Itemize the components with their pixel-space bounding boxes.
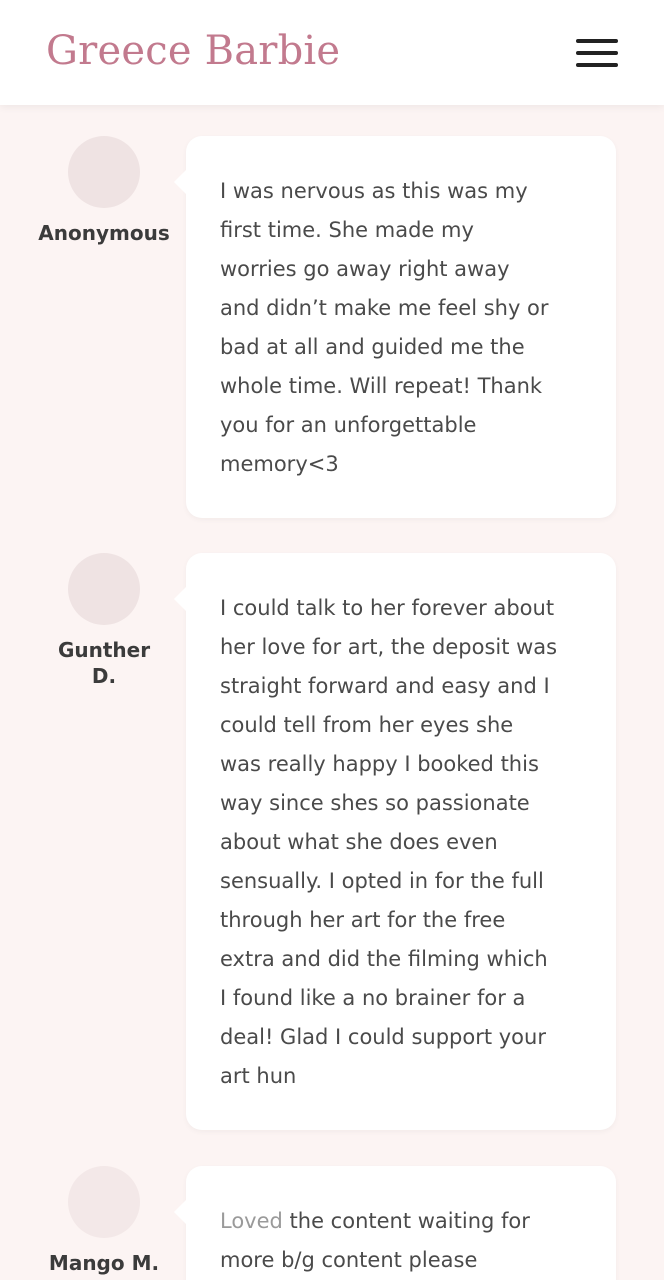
- avatar: [68, 136, 140, 208]
- review-item: Gunther D. I could talk to her forever a…: [0, 553, 664, 1130]
- menu-line: [576, 39, 618, 43]
- review-item: Anonymous I was nervous as this was my f…: [0, 136, 664, 518]
- avatar: [68, 1166, 140, 1238]
- menu-line: [576, 63, 618, 67]
- review-text: Loved the content waiting for more b/g c…: [220, 1202, 600, 1280]
- review-text: I was nervous as this was my first time.…: [220, 179, 549, 476]
- review-text: I could talk to her forever about her lo…: [220, 596, 558, 1088]
- reviewer-name: Anonymous: [38, 221, 170, 245]
- menu-line: [576, 51, 618, 55]
- site-header: Greece Barbie: [0, 0, 664, 105]
- avatar: [68, 553, 140, 625]
- review-card: Loved the content waiting for more b/g c…: [174, 1166, 616, 1280]
- hamburger-menu-icon[interactable]: [572, 36, 622, 72]
- reviewer-name: Gunther D.: [57, 638, 151, 688]
- site-logo[interactable]: Greece Barbie: [46, 28, 340, 74]
- review-card: I was nervous as this was my first time.…: [174, 136, 616, 518]
- reviewer-name: Mango M.: [48, 1251, 160, 1275]
- review-text-faded: Loved: [220, 1209, 283, 1233]
- review-card: I could talk to her forever about her lo…: [174, 553, 616, 1130]
- review-item: Mango M. Loved the content waiting for m…: [0, 1166, 664, 1280]
